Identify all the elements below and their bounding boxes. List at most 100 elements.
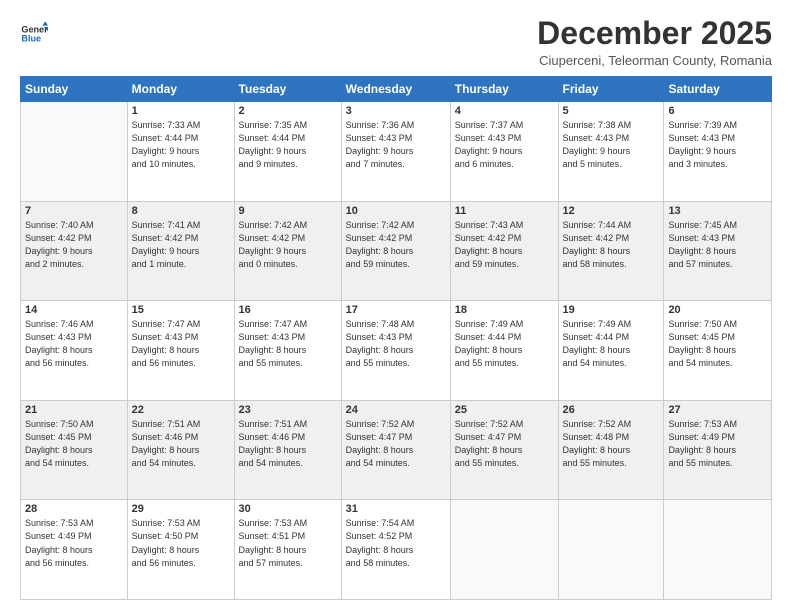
- day-number: 6: [668, 105, 767, 117]
- table-row: [450, 500, 558, 600]
- day-number: 17: [346, 304, 446, 316]
- col-thursday: Thursday: [450, 77, 558, 102]
- col-sunday: Sunday: [21, 77, 128, 102]
- month-title: December 2025: [537, 16, 772, 51]
- day-number: 29: [132, 503, 230, 515]
- day-number: 27: [668, 404, 767, 416]
- col-monday: Monday: [127, 77, 234, 102]
- day-number: 2: [239, 105, 337, 117]
- day-info: Sunrise: 7:54 AMSunset: 4:52 PMDaylight:…: [346, 517, 446, 569]
- day-info: Sunrise: 7:41 AMSunset: 4:42 PMDaylight:…: [132, 219, 230, 271]
- subtitle: Ciuperceni, Teleorman County, Romania: [537, 53, 772, 68]
- day-info: Sunrise: 7:51 AMSunset: 4:46 PMDaylight:…: [239, 418, 337, 470]
- table-row: [21, 102, 128, 202]
- day-number: 24: [346, 404, 446, 416]
- table-row: 10Sunrise: 7:42 AMSunset: 4:42 PMDayligh…: [341, 201, 450, 301]
- calendar-week-1: 1Sunrise: 7:33 AMSunset: 4:44 PMDaylight…: [21, 102, 772, 202]
- day-info: Sunrise: 7:52 AMSunset: 4:47 PMDaylight:…: [346, 418, 446, 470]
- table-row: 8 Sunrise: 7:41 AMSunset: 4:42 PMDaylight…: [127, 201, 234, 301]
- table-row: 26 Sunrise: 7:52 AMSunset: 4:48 PMDayligh…: [558, 400, 664, 500]
- header: General Blue December 2025 Ciuperceni, T…: [20, 16, 772, 68]
- table-row: 5Sunrise: 7:38 AMSunset: 4:43 PMDaylight…: [558, 102, 664, 202]
- day-number: 13: [668, 205, 767, 217]
- day-info: Sunrise: 7:47 AMSunset: 4:43 PMDaylight:…: [239, 318, 337, 370]
- col-wednesday: Wednesday: [341, 77, 450, 102]
- day-number: 28: [25, 503, 123, 515]
- day-number: 23: [239, 404, 337, 416]
- table-row: 12 Sunrise: 7:44 AMSunset: 4:42 PMDayligh…: [558, 201, 664, 301]
- table-row: 29 Sunrise: 7:53 AMSunset: 4:50 PMDayligh…: [127, 500, 234, 600]
- day-info: Sunrise: 7:52 AMSunset: 4:47 PMDaylight:…: [455, 418, 554, 470]
- page: General Blue December 2025 Ciuperceni, T…: [0, 0, 792, 612]
- day-number: 16: [239, 304, 337, 316]
- table-row: 25 Sunrise: 7:52 AMSunset: 4:47 PMDayligh…: [450, 400, 558, 500]
- day-info: Sunrise: 7:42 AMSunset: 4:42 PMDaylight:…: [346, 219, 446, 271]
- day-number: 25: [455, 404, 554, 416]
- day-number: 14: [25, 304, 123, 316]
- table-row: 24 Sunrise: 7:52 AMSunset: 4:47 PMDayligh…: [341, 400, 450, 500]
- day-info: Sunrise: 7:49 AMSunset: 4:44 PMDaylight:…: [455, 318, 554, 370]
- logo-icon: General Blue: [20, 20, 48, 48]
- day-info: Sunrise: 7:53 AMSunset: 4:49 PMDaylight:…: [668, 418, 767, 470]
- day-info: Sunrise: 7:42 AMSunset: 4:42 PMDaylight:…: [239, 219, 337, 271]
- day-info: Sunrise: 7:44 AMSunset: 4:42 PMDaylight:…: [563, 219, 660, 271]
- day-info: Sunrise: 7:36 AMSunset: 4:43 PMDaylight:…: [346, 119, 446, 171]
- table-row: 3Sunrise: 7:36 AMSunset: 4:43 PMDaylight…: [341, 102, 450, 202]
- day-number: 12: [563, 205, 660, 217]
- day-info: Sunrise: 7:53 AMSunset: 4:50 PMDaylight:…: [132, 517, 230, 569]
- table-row: [664, 500, 772, 600]
- table-row: 2 Sunrise: 7:35 AMSunset: 4:44 PMDaylight…: [234, 102, 341, 202]
- day-number: 26: [563, 404, 660, 416]
- calendar-week-4: 21 Sunrise: 7:50 AMSunset: 4:45 PMDayligh…: [21, 400, 772, 500]
- table-row: 17Sunrise: 7:48 AMSunset: 4:43 PMDayligh…: [341, 301, 450, 401]
- table-row: 14 Sunrise: 7:46 AMSunset: 4:43 PMDayligh…: [21, 301, 128, 401]
- table-row: 20 Sunrise: 7:50 AMSunset: 4:45 PMDayligh…: [664, 301, 772, 401]
- table-row: 7 Sunrise: 7:40 AMSunset: 4:42 PMDaylight…: [21, 201, 128, 301]
- table-row: 1Sunrise: 7:33 AMSunset: 4:44 PMDaylight…: [127, 102, 234, 202]
- day-info: Sunrise: 7:35 AMSunset: 4:44 PMDaylight:…: [239, 119, 337, 171]
- table-row: 27 Sunrise: 7:53 AMSunset: 4:49 PMDayligh…: [664, 400, 772, 500]
- day-info: Sunrise: 7:51 AMSunset: 4:46 PMDaylight:…: [132, 418, 230, 470]
- svg-text:Blue: Blue: [21, 34, 41, 44]
- col-friday: Friday: [558, 77, 664, 102]
- table-row: 9 Sunrise: 7:42 AMSunset: 4:42 PMDaylight…: [234, 201, 341, 301]
- day-number: 20: [668, 304, 767, 316]
- day-info: Sunrise: 7:40 AMSunset: 4:42 PMDaylight:…: [25, 219, 123, 271]
- day-info: Sunrise: 7:37 AMSunset: 4:43 PMDaylight:…: [455, 119, 554, 171]
- day-number: 9: [239, 205, 337, 217]
- day-info: Sunrise: 7:39 AMSunset: 4:43 PMDaylight:…: [668, 119, 767, 171]
- title-block: December 2025 Ciuperceni, Teleorman Coun…: [537, 16, 772, 68]
- day-info: Sunrise: 7:45 AMSunset: 4:43 PMDaylight:…: [668, 219, 767, 271]
- day-number: 31: [346, 503, 446, 515]
- day-number: 11: [455, 205, 554, 217]
- day-number: 7: [25, 205, 123, 217]
- col-saturday: Saturday: [664, 77, 772, 102]
- table-row: 11 Sunrise: 7:43 AMSunset: 4:42 PMDayligh…: [450, 201, 558, 301]
- table-row: 6 Sunrise: 7:39 AMSunset: 4:43 PMDaylight…: [664, 102, 772, 202]
- day-number: 1: [132, 105, 230, 117]
- calendar-week-3: 14 Sunrise: 7:46 AMSunset: 4:43 PMDayligh…: [21, 301, 772, 401]
- day-info: Sunrise: 7:49 AMSunset: 4:44 PMDaylight:…: [563, 318, 660, 370]
- day-number: 8: [132, 205, 230, 217]
- day-info: Sunrise: 7:53 AMSunset: 4:51 PMDaylight:…: [239, 517, 337, 569]
- table-row: 16 Sunrise: 7:47 AMSunset: 4:43 PMDayligh…: [234, 301, 341, 401]
- day-info: Sunrise: 7:50 AMSunset: 4:45 PMDaylight:…: [25, 418, 123, 470]
- day-number: 22: [132, 404, 230, 416]
- day-number: 18: [455, 304, 554, 316]
- day-info: Sunrise: 7:52 AMSunset: 4:48 PMDaylight:…: [563, 418, 660, 470]
- table-row: [558, 500, 664, 600]
- calendar-week-2: 7 Sunrise: 7:40 AMSunset: 4:42 PMDaylight…: [21, 201, 772, 301]
- day-info: Sunrise: 7:43 AMSunset: 4:42 PMDaylight:…: [455, 219, 554, 271]
- day-number: 21: [25, 404, 123, 416]
- table-row: 19Sunrise: 7:49 AMSunset: 4:44 PMDayligh…: [558, 301, 664, 401]
- table-row: 18 Sunrise: 7:49 AMSunset: 4:44 PMDayligh…: [450, 301, 558, 401]
- day-number: 4: [455, 105, 554, 117]
- table-row: 31 Sunrise: 7:54 AMSunset: 4:52 PMDayligh…: [341, 500, 450, 600]
- day-info: Sunrise: 7:53 AMSunset: 4:49 PMDaylight:…: [25, 517, 123, 569]
- table-row: 22 Sunrise: 7:51 AMSunset: 4:46 PMDayligh…: [127, 400, 234, 500]
- day-number: 15: [132, 304, 230, 316]
- day-info: Sunrise: 7:46 AMSunset: 4:43 PMDaylight:…: [25, 318, 123, 370]
- calendar-week-5: 28 Sunrise: 7:53 AMSunset: 4:49 PMDayligh…: [21, 500, 772, 600]
- logo: General Blue: [20, 20, 50, 48]
- day-info: Sunrise: 7:50 AMSunset: 4:45 PMDaylight:…: [668, 318, 767, 370]
